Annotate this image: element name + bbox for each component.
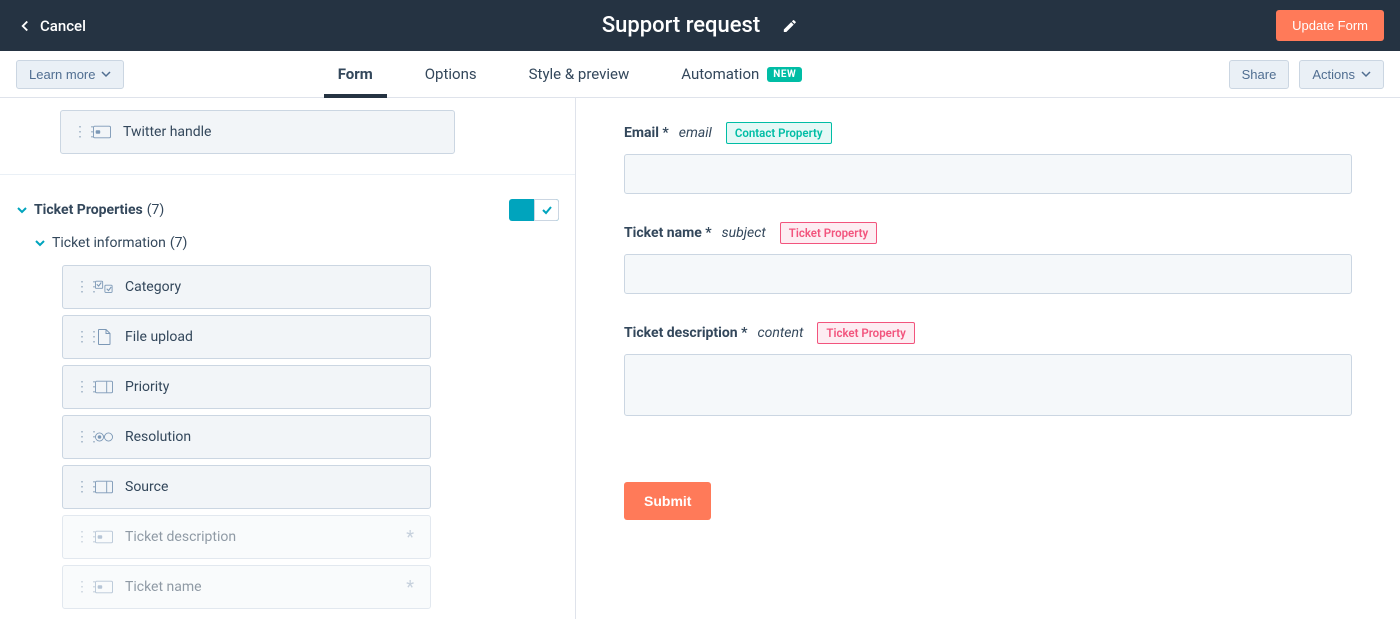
field-label: Twitter handle [123,124,442,140]
tabs: Form Options Style & preview Automation NEW [338,51,803,97]
top-bar: Cancel Support request Update Form [0,0,1400,51]
sub-bar: Learn more Form Options Style & preview Aut… [0,51,1400,98]
select-icon [95,480,113,494]
cancel-button[interactable]: Cancel [16,17,86,35]
checkboxes-icon [95,280,113,294]
radio-icon [95,430,113,444]
tab-automation[interactable]: Automation NEW [681,51,802,97]
learn-more-label: Learn more [29,67,95,82]
group-toggle[interactable] [509,199,559,221]
right-pane: Email * email Contact Property Ticket name … [576,98,1400,619]
tab-form[interactable]: Form [338,51,373,97]
group-count: (7) [147,202,165,218]
share-button[interactable]: Share [1229,60,1290,89]
grip-icon: ⋮⋮ [75,385,83,390]
grip-icon: ⋮⋮ [75,535,83,540]
field-label: Source [125,479,418,495]
orphan-section: ⋮⋮ Twitter handle [0,98,575,175]
field-file-upload[interactable]: ⋮⋮ File upload [62,315,431,359]
left-pane: ⋮⋮ Twitter handle Ticket Properties (7) [0,98,576,619]
check-icon [541,204,553,216]
chevron-left-icon [16,17,34,35]
sub-count: (7) [170,235,188,251]
required-asterisk: * [406,577,414,598]
grip-icon: ⋮⋮ [73,130,81,135]
field-source[interactable]: ⋮⋮ Source [62,465,431,509]
form-field-subject: Ticket name * subject Ticket Property [624,222,1352,294]
form-field-email: Email * email Contact Property [624,122,1352,194]
tab-style-preview[interactable]: Style & preview [529,51,630,97]
group-block: Ticket Properties (7) Ticket information… [0,175,575,619]
caret-down-icon[interactable] [16,204,28,216]
label-row: Ticket description * content Ticket Proper… [624,322,1352,344]
field-label: Ticket name [125,579,394,595]
learn-more-button[interactable]: Learn more [16,60,124,89]
grip-icon: ⋮⋮ [75,435,83,440]
field-internal-name: subject [722,225,766,241]
text-icon [95,530,113,544]
sub-title: Ticket information [52,235,166,251]
required-asterisk: * [406,527,414,548]
ticket-property-badge: Ticket Property [817,322,914,344]
text-icon [95,580,113,594]
field-label: Category [125,279,418,295]
caret-down-icon[interactable] [34,237,46,249]
group-header: Ticket Properties (7) [16,199,559,221]
form-field-content: Ticket description * content Ticket Proper… [624,322,1352,420]
field-twitter-handle[interactable]: ⋮⋮ Twitter handle [60,110,455,154]
actions-label: Actions [1312,67,1355,82]
file-icon [95,330,113,344]
content-input[interactable] [624,354,1352,416]
field-label: Priority [125,379,418,395]
field-category[interactable]: ⋮⋮ Category [62,265,431,309]
field-label: Ticket name * [624,225,712,241]
select-icon [95,380,113,394]
actions-button[interactable]: Actions [1299,60,1384,89]
grip-icon: ⋮⋮ [75,585,83,590]
sub-header: Ticket information (7) [34,235,559,251]
field-ticket-description: ⋮⋮ Ticket description * [62,515,431,559]
tab-options[interactable]: Options [425,51,477,97]
subject-input[interactable] [624,254,1352,294]
edit-title-button[interactable] [782,18,798,34]
text-field-icon [93,125,111,139]
title-wrap: Support request [602,13,798,38]
group-title: Ticket Properties [34,202,143,218]
field-label: Resolution [125,429,418,445]
grip-icon: ⋮⋮ [75,285,83,290]
field-label: Ticket description * [624,325,747,341]
content: ⋮⋮ Twitter handle Ticket Properties (7) [0,98,1400,619]
field-label: Ticket description [125,529,394,545]
field-internal-name: email [679,125,712,141]
tab-label: Automation [681,65,759,83]
tab-label: Options [425,65,477,83]
field-stack: ⋮⋮ Category ⋮⋮ File upload ⋮⋮ Priority ⋮⋮ Resol… [62,265,431,609]
caret-down-icon [1361,69,1371,79]
label-row: Ticket name * subject Ticket Property [624,222,1352,244]
update-form-button[interactable]: Update Form [1276,10,1384,41]
ticket-property-badge: Ticket Property [780,222,877,244]
caret-down-icon [101,69,111,79]
field-ticket-name: ⋮⋮ Ticket name * [62,565,431,609]
new-badge: NEW [767,67,802,82]
tab-label: Form [338,65,373,83]
field-internal-name: content [757,325,803,341]
cancel-label: Cancel [40,17,86,35]
contact-property-badge: Contact Property [726,122,832,144]
form-canvas: Email * email Contact Property Ticket name … [576,98,1400,619]
grip-icon: ⋮⋮ [75,485,83,490]
field-priority[interactable]: ⋮⋮ Priority [62,365,431,409]
pencil-icon [782,18,798,34]
field-label: Email * [624,125,669,141]
field-label: File upload [125,329,418,345]
submit-button[interactable]: Submit [624,482,711,520]
label-row: Email * email Contact Property [624,122,1352,144]
grip-icon: ⋮⋮ [75,335,83,340]
right-buttons: Share Actions [1229,60,1384,89]
tab-label: Style & preview [529,65,630,83]
field-resolution[interactable]: ⋮⋮ Resolution [62,415,431,459]
page-title: Support request [602,13,760,38]
email-input[interactable] [624,154,1352,194]
toggle-thumb [534,199,559,221]
